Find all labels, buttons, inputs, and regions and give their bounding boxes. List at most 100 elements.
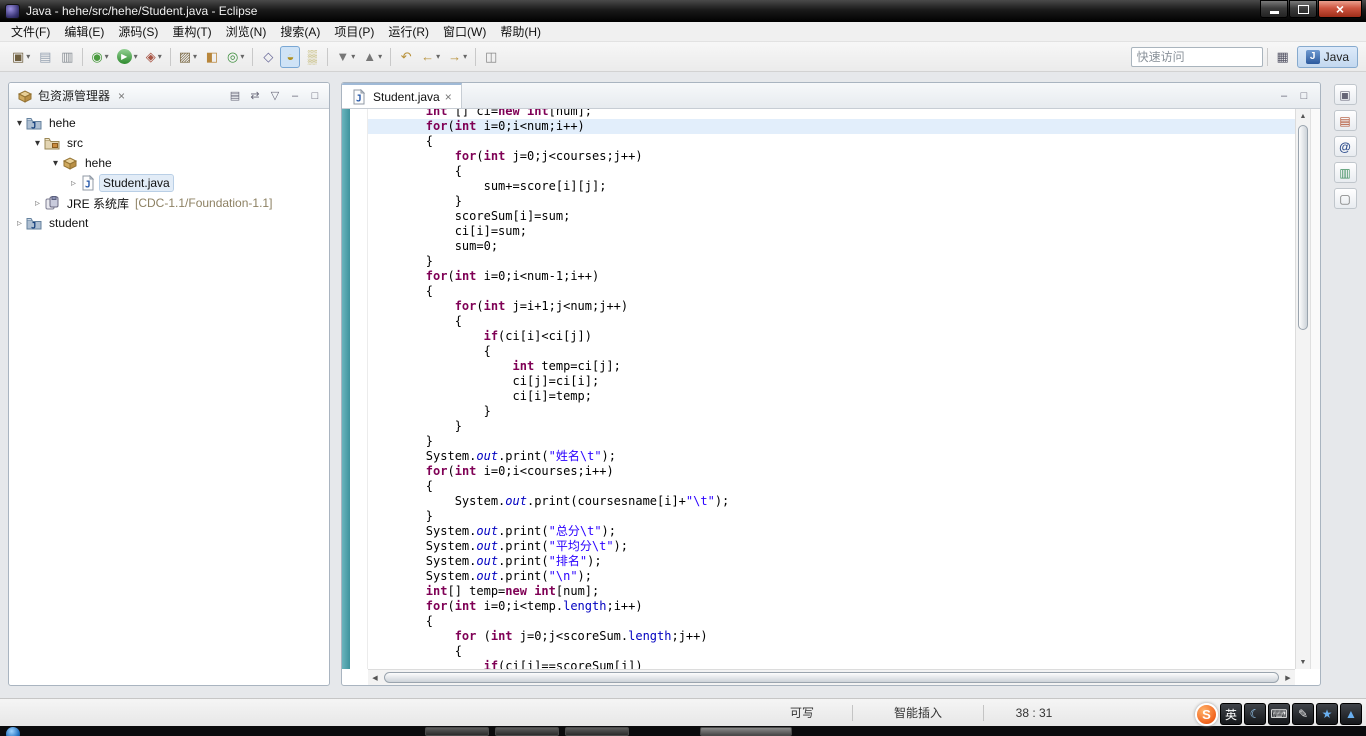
menu-item-10[interactable]: 帮助(H) bbox=[493, 21, 548, 42]
overview-ruler[interactable] bbox=[1310, 109, 1320, 669]
dropdown-arrow-icon[interactable]: ▾ bbox=[351, 52, 355, 61]
menu-item-4[interactable]: 重构(T) bbox=[165, 21, 218, 42]
code-line[interactable]: } bbox=[368, 419, 1295, 434]
collapse-arrow-icon[interactable]: ▾ bbox=[13, 118, 26, 129]
dropdown-arrow-icon[interactable]: ▾ bbox=[105, 52, 109, 61]
previous-annotation-button[interactable]: ▲ ▾ bbox=[360, 46, 385, 68]
ime-fullwidth-moon-icon[interactable]: ☾ bbox=[1244, 703, 1266, 725]
close-window-button[interactable] bbox=[1318, 0, 1362, 18]
code-line[interactable]: for(int j=0;j<courses;j++) bbox=[368, 149, 1295, 164]
minimize-editor-button[interactable]: – bbox=[1274, 87, 1294, 105]
dropdown-arrow-icon[interactable]: ▾ bbox=[436, 52, 440, 61]
code-line[interactable]: ci[j]=ci[i]; bbox=[368, 374, 1295, 389]
tree-item-jre-[interactable]: ▹ JRE 系统库 [CDC-1.1/Foundation-1.1] bbox=[9, 193, 329, 213]
code-line[interactable]: } bbox=[368, 404, 1295, 419]
code-line[interactable]: for (int j=0;j<scoreSum.length;j++) bbox=[368, 629, 1295, 644]
code-line[interactable]: for(int i=0;i<courses;i++) bbox=[368, 464, 1295, 479]
menu-item-5[interactable]: 浏览(N) bbox=[219, 21, 274, 42]
open-type-button[interactable]: ◇ bbox=[258, 46, 278, 68]
minimize-window-button[interactable] bbox=[1260, 0, 1288, 18]
java-perspective-button[interactable]: J Java bbox=[1296, 45, 1358, 68]
taskbar-window-button[interactable] bbox=[495, 727, 559, 736]
annotation-ruler[interactable] bbox=[350, 109, 368, 669]
code-line[interactable]: int[] temp=new int[num]; bbox=[368, 584, 1295, 599]
code-line[interactable]: { bbox=[368, 164, 1295, 179]
code-line[interactable]: { bbox=[368, 134, 1295, 149]
back-button[interactable]: ← ▾ bbox=[418, 46, 443, 68]
view-menu-button[interactable]: ▽ bbox=[265, 87, 285, 105]
scroll-up-arrow-icon[interactable]: ▲ bbox=[1296, 109, 1310, 123]
scroll-down-arrow-icon[interactable]: ▼ bbox=[1296, 655, 1310, 669]
code-line[interactable]: System.out.print(coursesname[i]+"\t"); bbox=[368, 494, 1295, 509]
taskbar-window-button[interactable] bbox=[700, 727, 792, 736]
restore-views-icon[interactable]: ▣ bbox=[1333, 84, 1357, 105]
tree-item-student-java[interactable]: ▹ J Student.java bbox=[9, 173, 329, 193]
dropdown-arrow-icon[interactable]: ▾ bbox=[26, 52, 30, 61]
code-line[interactable]: ci[i]=temp; bbox=[368, 389, 1295, 404]
save-button[interactable]: ▤ bbox=[35, 46, 55, 68]
new-package-button[interactable]: ◧ bbox=[202, 46, 222, 68]
outline-view-icon[interactable]: ▥ bbox=[1333, 162, 1357, 183]
tab-close-icon[interactable] bbox=[445, 90, 452, 104]
horizontal-scroll-thumb[interactable] bbox=[384, 672, 1279, 683]
maximize-view-button[interactable]: □ bbox=[305, 87, 325, 105]
code-line[interactable]: for(int i=0;i<num-1;i++) bbox=[368, 269, 1295, 284]
javadoc-view-icon[interactable]: @ bbox=[1333, 136, 1357, 157]
print-button[interactable]: ▥ bbox=[57, 46, 77, 68]
code-line[interactable]: { bbox=[368, 479, 1295, 494]
menu-item-8[interactable]: 运行(R) bbox=[381, 21, 436, 42]
code-line[interactable]: } bbox=[368, 194, 1295, 209]
templates-view-icon[interactable]: ▢ bbox=[1333, 188, 1357, 209]
new-wizard-button[interactable]: ▣ ▾ bbox=[9, 46, 33, 68]
mark-occurrences-button[interactable]: ▒ bbox=[302, 46, 322, 68]
code-line[interactable]: sum=0; bbox=[368, 239, 1295, 254]
tree-item-src[interactable]: ▾ src bbox=[9, 133, 329, 153]
dropdown-arrow-icon[interactable]: ▾ bbox=[463, 52, 467, 61]
code-line[interactable]: if(ci[i]<ci[j]) bbox=[368, 329, 1295, 344]
menu-item-1[interactable]: 文件(F) bbox=[4, 21, 57, 42]
dropdown-arrow-icon[interactable]: ▾ bbox=[378, 52, 382, 61]
taskbar-window-button[interactable] bbox=[425, 727, 489, 736]
code-line[interactable]: sum+=score[i][j]; bbox=[368, 179, 1295, 194]
collapse-all-button[interactable]: ▤ bbox=[225, 87, 245, 105]
ime-soft-keyboard-icon[interactable]: ⌨ bbox=[1268, 703, 1290, 725]
code-line[interactable]: if(ci[i]==scoreSum[j]) bbox=[368, 659, 1295, 669]
taskbar-window-button[interactable] bbox=[565, 727, 629, 736]
quick-access-input[interactable] bbox=[1130, 46, 1263, 67]
horizontal-scrollbar[interactable]: ◀ ▶ bbox=[368, 669, 1295, 685]
collapse-arrow-icon[interactable]: ▾ bbox=[49, 158, 62, 169]
code-line[interactable]: { bbox=[368, 344, 1295, 359]
sogou-logo[interactable]: S bbox=[1195, 702, 1218, 726]
dropdown-arrow-icon[interactable]: ▾ bbox=[134, 52, 138, 61]
search-button[interactable]: ◒ bbox=[280, 45, 301, 68]
menu-item-3[interactable]: 源码(S) bbox=[111, 21, 165, 42]
run-button[interactable]: ▶ ▾ bbox=[114, 46, 141, 68]
code-line[interactable]: ci[i]=sum; bbox=[368, 224, 1295, 239]
last-edit-location-button[interactable]: ↶ bbox=[396, 46, 416, 68]
code-line[interactable]: for(int i=0;i<num;i++) bbox=[368, 119, 1295, 134]
external-tools-button[interactable]: ◈ ▾ bbox=[143, 46, 165, 68]
task-list-view-icon[interactable]: ▤ bbox=[1333, 110, 1357, 131]
expand-arrow-icon[interactable]: ▹ bbox=[31, 198, 44, 209]
ime-toolbox-icon[interactable]: ★ bbox=[1316, 703, 1338, 725]
code-line[interactable]: } bbox=[368, 254, 1295, 269]
scroll-left-arrow-icon[interactable]: ◀ bbox=[368, 671, 382, 685]
code-line[interactable]: System.out.print("\n"); bbox=[368, 569, 1295, 584]
tree-item-hehe[interactable]: ▾ hehe bbox=[9, 153, 329, 173]
code-line[interactable]: int [] ci=new int[num]; bbox=[368, 109, 1295, 119]
code-line[interactable]: System.out.print("排名"); bbox=[368, 554, 1295, 569]
new-class-button[interactable]: ◎ ▾ bbox=[224, 46, 247, 68]
vertical-scrollbar[interactable]: ▲ ▼ bbox=[1295, 109, 1310, 669]
code-line[interactable]: } bbox=[368, 434, 1295, 449]
dropdown-arrow-icon[interactable]: ▾ bbox=[193, 52, 197, 61]
code-line[interactable]: System.out.print("姓名\t"); bbox=[368, 449, 1295, 464]
maximize-window-button[interactable] bbox=[1289, 0, 1317, 18]
open-perspective-button[interactable]: ▦ bbox=[1273, 46, 1293, 68]
menu-item-7[interactable]: 项目(P) bbox=[327, 21, 381, 42]
scroll-right-arrow-icon[interactable]: ▶ bbox=[1281, 671, 1295, 685]
dropdown-arrow-icon[interactable]: ▾ bbox=[240, 52, 244, 61]
debug-button[interactable]: ◉ ▾ bbox=[88, 46, 111, 68]
expand-arrow-icon[interactable]: ▹ bbox=[13, 218, 26, 229]
ime-handwriting-icon[interactable]: ✎ bbox=[1292, 703, 1314, 725]
dropdown-arrow-icon[interactable]: ▾ bbox=[158, 52, 162, 61]
